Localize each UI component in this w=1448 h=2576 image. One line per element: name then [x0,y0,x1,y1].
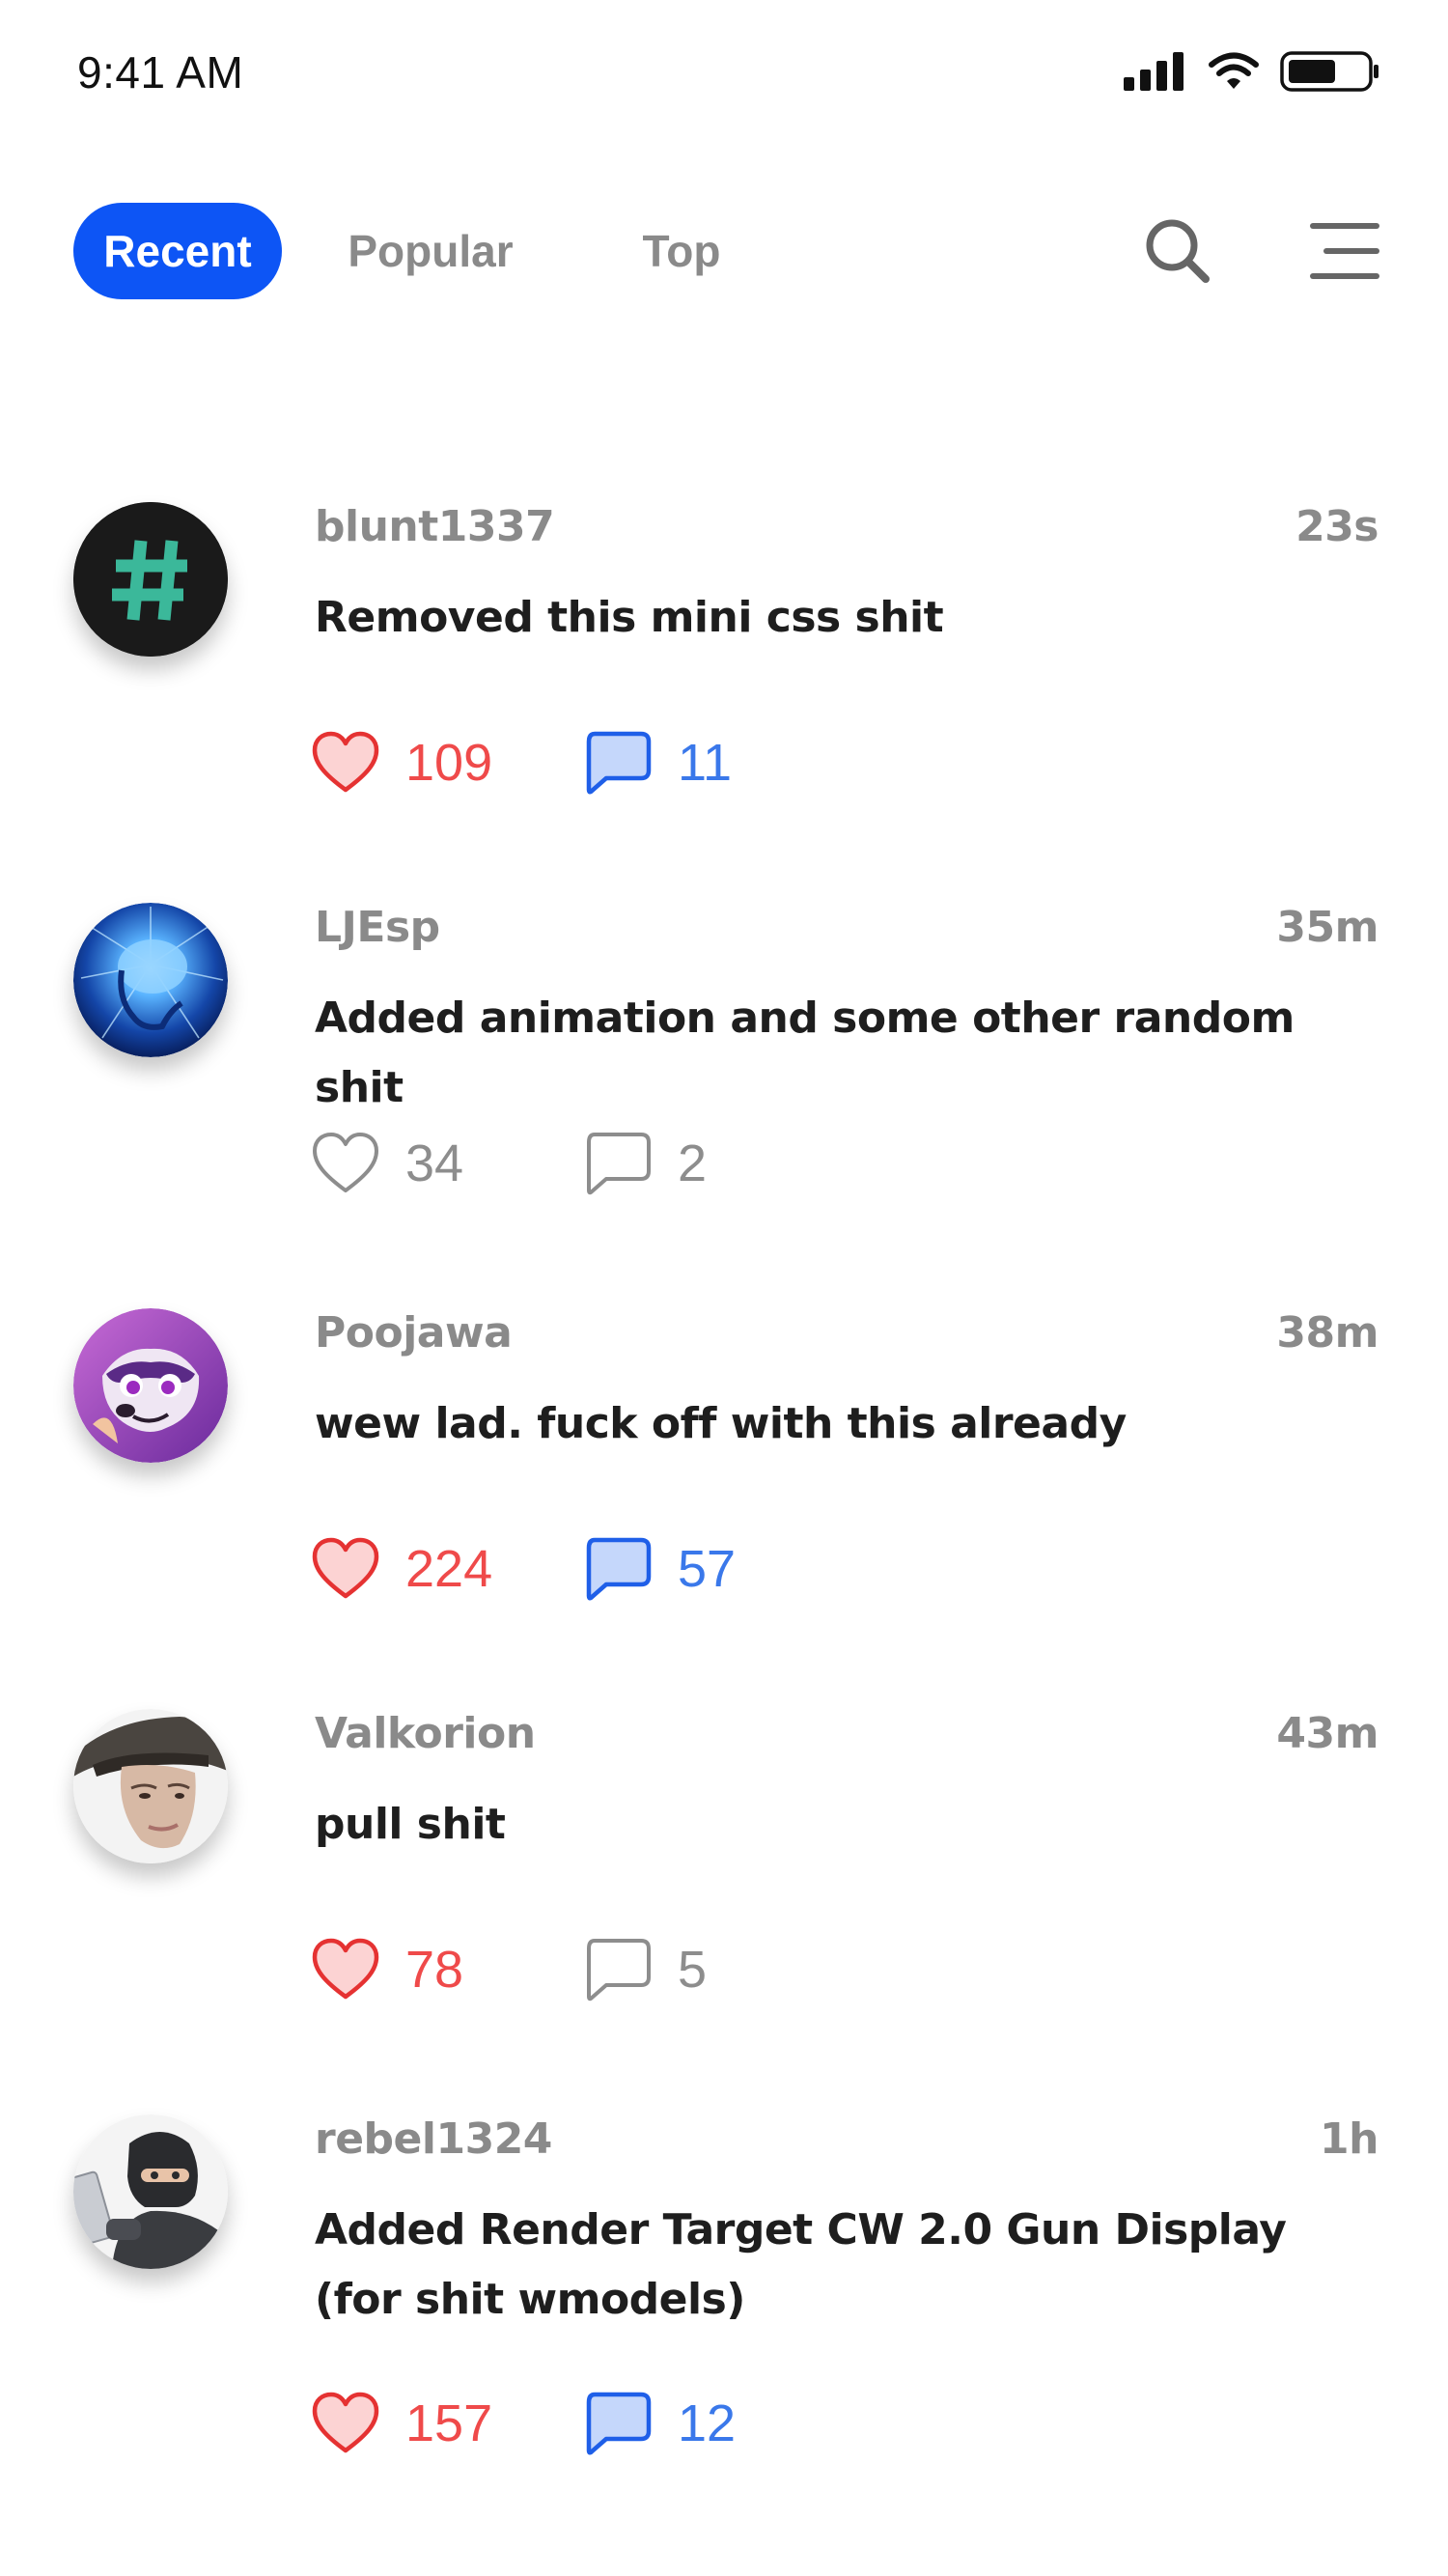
username[interactable]: Poojawa [315,1308,513,1358]
like-button[interactable]: 34 [309,1125,463,1202]
post-time: 43m [1276,1709,1378,1758]
avatar[interactable] [73,2114,228,2269]
username[interactable]: Valkorion [315,1709,536,1758]
comment-button[interactable]: 5 [581,1931,707,2008]
post-message-line: Added Render Target CW 2.0 Gun Display [315,2205,1287,2254]
post-message: pull shit [315,1800,506,1849]
comment-count: 57 [678,1540,737,1598]
post-message-line: (for shit wmodels) [315,2275,745,2324]
comment-icon [587,1939,651,2002]
menu-icon [1310,223,1379,279]
like-button[interactable]: 78 [309,1931,463,2008]
post-time: 35m [1276,903,1378,952]
masked-avatar [73,2114,228,2269]
signal-icon [1124,52,1183,91]
like-count: 224 [405,1540,493,1598]
brain-avatar [73,903,228,1057]
status-time: 9:41 AM [77,47,244,98]
heart-icon [312,1537,379,1599]
comment-icon [586,2392,652,2455]
heart-icon [312,2392,379,2453]
like-count: 78 [405,1941,464,1999]
post-message: Removed this mini css shit [315,593,944,642]
like-count: 34 [405,1134,464,1192]
heart-icon [312,731,379,793]
status-icons [1124,50,1380,93]
avatar[interactable] [73,903,228,1057]
comment-count: 12 [678,2394,737,2452]
comment-icon [586,1537,652,1601]
hashtag-avatar [73,502,228,657]
username[interactable]: rebel1324 [315,2114,552,2164]
search-icon [1146,219,1210,283]
comment-count: 11 [678,734,733,792]
like-button[interactable]: 224 [309,1530,492,1608]
avatar[interactable] [73,502,228,657]
post-message: wew lad. fuck off with this already [315,1399,1127,1448]
battery-icon [1280,51,1378,92]
comment-button[interactable]: 12 [581,2385,736,2462]
fox-avatar [73,1308,228,1463]
like-count: 109 [405,734,493,792]
portrait-avatar [73,1709,228,1863]
comment-count: 2 [678,1134,708,1192]
post-time: 38m [1276,1308,1378,1358]
search-button[interactable] [1139,212,1216,290]
comment-icon [587,1133,651,1195]
like-count: 157 [405,2394,493,2452]
heart-icon [312,1938,379,2000]
like-button[interactable]: 157 [309,2385,492,2462]
username[interactable]: blunt1337 [315,502,555,551]
comment-button[interactable]: 2 [581,1125,707,1202]
tab-recent[interactable]: Recent [73,203,282,299]
menu-button[interactable] [1305,212,1382,290]
wifi-icon [1209,52,1259,89]
comment-icon [586,731,652,795]
post-message: Added Render Target CW 2.0 Gun Display (… [315,2196,1319,2335]
tab-top[interactable]: Top [618,203,745,299]
avatar[interactable] [73,1308,228,1463]
comment-button[interactable]: 57 [581,1530,736,1608]
post-time: 1h [1320,2114,1378,2164]
avatar[interactable] [73,1709,228,1863]
status-bar: 9:41 AM [0,0,1448,145]
post-time: 23s [1295,502,1378,551]
heart-icon [313,1133,378,1192]
like-button[interactable]: 109 [309,724,492,801]
comment-count: 5 [678,1941,708,1999]
top-nav: Recent Popular Top [0,193,1448,309]
comment-button[interactable]: 11 [581,724,732,801]
username[interactable]: LJEsp [315,903,440,952]
tab-popular[interactable]: Popular [328,203,533,299]
post-message: Added animation and some other random sh… [315,994,1295,1112]
